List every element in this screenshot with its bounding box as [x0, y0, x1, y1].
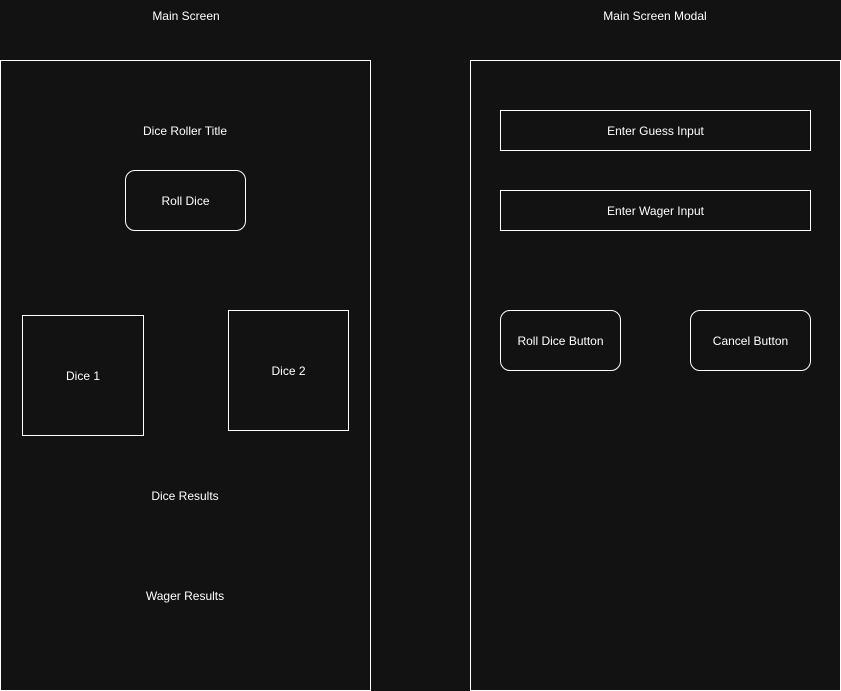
- roll-dice-button-label: Roll Dice: [161, 193, 210, 208]
- dice-results-label: Dice Results: [151, 489, 219, 503]
- cancel-button-label: Cancel Button: [712, 333, 789, 348]
- wager-input-label: Enter Wager Input: [607, 203, 704, 218]
- guess-input[interactable]: Enter Guess Input: [500, 110, 811, 151]
- wager-results-label: Wager Results: [145, 589, 225, 603]
- roll-dice-button[interactable]: Roll Dice: [125, 170, 246, 231]
- cancel-button[interactable]: Cancel Button: [690, 310, 811, 371]
- dice-1-label: Dice 1: [65, 368, 100, 383]
- modal-frame: [470, 60, 841, 691]
- modal-roll-dice-button[interactable]: Roll Dice Button: [500, 310, 621, 371]
- modal-roll-dice-button-label: Roll Dice Button: [517, 333, 604, 348]
- dice-2-label: Dice 2: [271, 363, 306, 378]
- main-screen-modal-heading: Main Screen Modal: [603, 9, 707, 23]
- guess-input-label: Enter Guess Input: [607, 123, 704, 138]
- dice-1-box: Dice 1: [22, 315, 144, 436]
- wager-input[interactable]: Enter Wager Input: [500, 190, 811, 231]
- dice-roller-title: Dice Roller Title: [142, 124, 228, 138]
- main-screen-heading: Main Screen: [152, 9, 220, 23]
- dice-2-box: Dice 2: [228, 310, 349, 431]
